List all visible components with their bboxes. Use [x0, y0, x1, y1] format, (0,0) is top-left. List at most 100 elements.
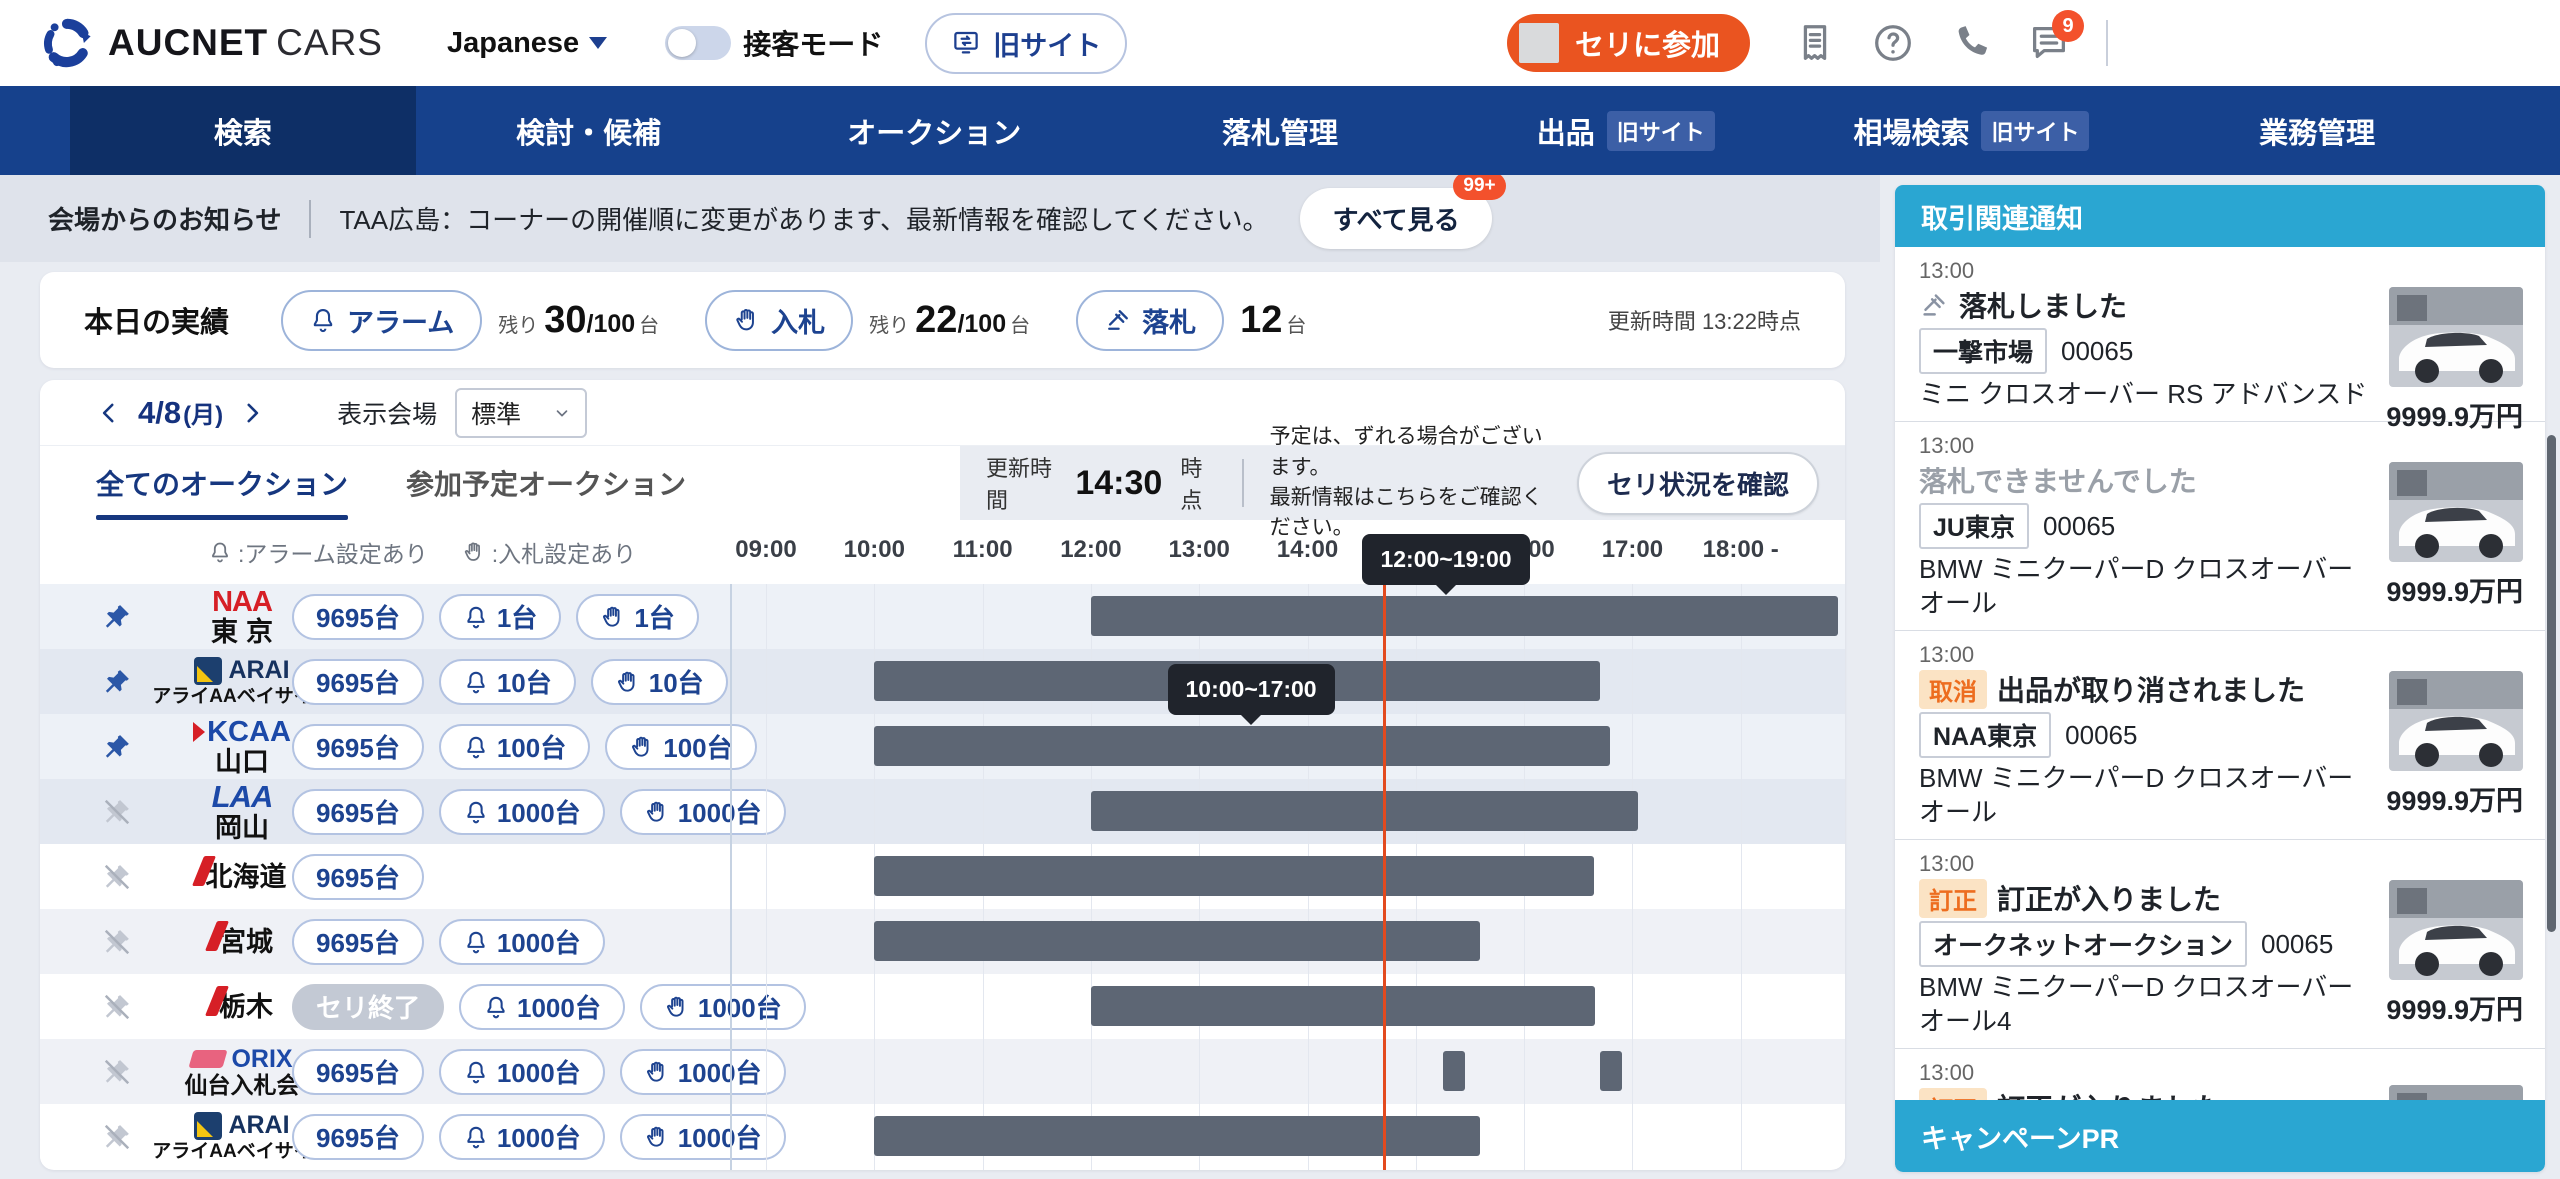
vehicle-count-badge[interactable]: 9695台: [292, 659, 424, 705]
schedule-bar[interactable]: [874, 921, 1480, 961]
nav-item-2[interactable]: 検討・候補: [416, 86, 762, 175]
car-thumbnail[interactable]: [2389, 671, 2523, 771]
today-results-panel: 本日の実績 アラーム 残り 30 /100 台 入札 残り 22 /100 台 …: [40, 272, 1845, 368]
auction-row-9: ARAIアライAAベイサイド9695台1000台1000台: [40, 1104, 1845, 1169]
vehicle-count-badge[interactable]: 9695台: [292, 594, 424, 640]
alarm-count-badge[interactable]: 10台: [439, 659, 576, 705]
schedule-gantt: NAA東京9695台1台1台12:00~19:00ARAIアライAAベイサイド9…: [40, 584, 1845, 1170]
nav-item-7[interactable]: 業務管理: [2144, 86, 2490, 175]
win-stat-button[interactable]: 落札: [1076, 290, 1224, 351]
pin-off-icon-button[interactable]: [102, 1057, 132, 1087]
current-date[interactable]: 4/8 (月): [138, 395, 223, 431]
row-badges: 9695台 1台 1台: [292, 594, 699, 640]
bid-count-badge[interactable]: 1000台: [620, 1114, 786, 1160]
alarm-stat-button[interactable]: アラーム: [281, 290, 482, 351]
view-all-announcements-button[interactable]: すべて見る 99+: [1300, 188, 1491, 249]
gavel-icon: [1104, 306, 1132, 334]
nav-item-5[interactable]: 出品旧サイト: [1453, 86, 1799, 175]
nav-item-3[interactable]: オークション: [761, 86, 1107, 175]
schedule-bar[interactable]: [1091, 596, 1838, 636]
notification-item-5[interactable]: 13:00訂正訂正が入りました: [1895, 1049, 2545, 1100]
car-thumbnail[interactable]: [2389, 287, 2523, 387]
row-badges: 9695台 1000台: [292, 919, 605, 965]
brand-logo[interactable]: AUCNETCARS: [40, 16, 383, 70]
campaign-pr-header[interactable]: キャンペーンPR: [1895, 1100, 2545, 1172]
schedule-bar[interactable]: [1091, 791, 1638, 831]
chart-left-boundary: [730, 584, 732, 1170]
vehicle-count-badge[interactable]: 9695台: [292, 1114, 424, 1160]
announcement-message: TAA広島：コーナーの開催順に変更があります、最新情報を確認してください。: [339, 200, 1268, 237]
notification-time: 13:00: [1919, 259, 2521, 283]
auction-status-button[interactable]: セリ状況を確認: [1577, 452, 1819, 515]
bid-count-badge[interactable]: 1000台: [620, 789, 786, 835]
date-value: 4/8: [138, 395, 181, 431]
pin-icon-button[interactable]: [102, 667, 132, 697]
vehicle-count-badge[interactable]: 9695台: [292, 854, 424, 900]
bid-count-badge[interactable]: 10台: [591, 659, 728, 705]
bid-count-badge[interactable]: 1台: [576, 594, 698, 640]
schedule-bar[interactable]: [1091, 986, 1595, 1026]
vehicle-count-badge[interactable]: 9695台: [292, 1049, 424, 1095]
bid-stat-button[interactable]: 入札: [705, 290, 853, 351]
next-day-button[interactable]: [239, 400, 265, 426]
alarm-count-badge[interactable]: 1000台: [439, 919, 605, 965]
tab-all-auctions[interactable]: 全てのオークション: [96, 446, 348, 520]
phone-icon[interactable]: [1948, 20, 1994, 66]
schedule-bar[interactable]: [1443, 1051, 1465, 1091]
bid-count-badge[interactable]: 100台: [605, 724, 756, 770]
vehicle-count-badge[interactable]: 9695台: [292, 789, 424, 835]
pin-off-icon-button[interactable]: [102, 1122, 132, 1152]
stats-updated-time: 更新時間 13:22時点: [1608, 304, 1801, 336]
legacy-site-button[interactable]: 旧サイト: [925, 13, 1127, 74]
alarm-count-badge[interactable]: 1000台: [439, 1049, 605, 1095]
notification-item-2[interactable]: 13:00落札できませんでしたJU東京00065BMW ミニクーパーD クロスオ…: [1895, 422, 2545, 631]
orix-logo-icon: [189, 1050, 228, 1068]
help-icon[interactable]: [1870, 20, 1916, 66]
nav-item-6[interactable]: 相場検索旧サイト: [1799, 86, 2145, 175]
schedule-bar[interactable]: [1600, 1051, 1622, 1091]
notification-item-1[interactable]: 13:00落札しました一撃市場00065ミニ クロスオーバー RS アドバンスド…: [1895, 247, 2545, 422]
receipt-icon[interactable]: [1792, 20, 1838, 66]
alarm-count-badge[interactable]: 100台: [439, 724, 590, 770]
notification-item-3[interactable]: 13:00取消出品が取り消されましたNAA東京00065BMW ミニクーパーD …: [1895, 631, 2545, 840]
alarm-count-badge[interactable]: 1台: [439, 594, 561, 640]
auction-schedule-panel: 4/8 (月) 表示会場 標準 全てのオークション 参加予定オークション 更新時…: [40, 380, 1845, 1170]
alarm-count: 1000台: [497, 1118, 581, 1155]
join-auction-button[interactable]: セリに参加: [1507, 14, 1750, 72]
car-thumbnail[interactable]: [2389, 462, 2523, 562]
car-thumbnail[interactable]: [2389, 1085, 2523, 1100]
hand-icon: [664, 994, 690, 1020]
notification-tag-badge: 訂正: [1919, 1088, 1987, 1101]
venue-filter-select[interactable]: 標準: [455, 388, 587, 438]
app-header: AUCNETCARS Japanese 接客モード 旧サイト セリに参加: [0, 0, 2560, 86]
car-price: 9999.9万円: [2386, 779, 2523, 818]
vehicle-count-badge[interactable]: 9695台: [292, 919, 424, 965]
schedule-bar[interactable]: [874, 726, 1610, 766]
chat-icon[interactable]: 9: [2026, 20, 2072, 66]
alarm-count-badge[interactable]: 1000台: [439, 789, 605, 835]
nav-item-4[interactable]: 落札管理: [1107, 86, 1453, 175]
bid-count-badge[interactable]: 1000台: [620, 1049, 786, 1095]
car-thumbnail[interactable]: [2389, 880, 2523, 980]
scrollbar-thumb[interactable]: [2547, 435, 2556, 932]
language-selector[interactable]: Japanese: [447, 27, 607, 60]
pin-off-icon-button[interactable]: [102, 927, 132, 957]
schedule-bar[interactable]: [874, 1116, 1480, 1156]
pin-icon-button[interactable]: [102, 602, 132, 632]
alarm-count-badge[interactable]: 1000台: [439, 1114, 605, 1160]
pin-off-icon-button[interactable]: [102, 862, 132, 892]
alarm-count-badge[interactable]: 1000台: [459, 984, 625, 1030]
pin-icon-button[interactable]: [102, 732, 132, 762]
notification-item-4[interactable]: 13:00訂正訂正が入りましたオークネットオークション00065BMW ミニクー…: [1895, 840, 2545, 1049]
schedule-bar[interactable]: [874, 856, 1594, 896]
pin-off-icon-button[interactable]: [102, 992, 132, 1022]
bid-count-badge[interactable]: 1000台: [640, 984, 806, 1030]
pin-off-icon-button[interactable]: [102, 797, 132, 827]
venue-logo-text: LAA: [212, 781, 273, 814]
nav-item-1[interactable]: 検索: [70, 86, 416, 175]
bell-icon: [463, 799, 489, 825]
tab-participating-auctions[interactable]: 参加予定オークション: [406, 446, 686, 520]
customer-mode-toggle[interactable]: [665, 26, 731, 60]
prev-day-button[interactable]: [96, 400, 122, 426]
vehicle-count-badge[interactable]: 9695台: [292, 724, 424, 770]
